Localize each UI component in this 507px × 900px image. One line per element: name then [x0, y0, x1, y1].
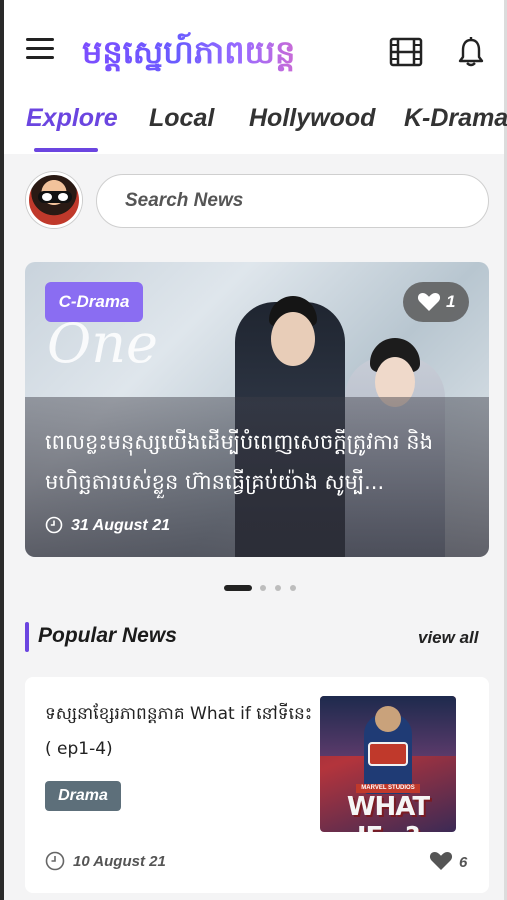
- category-tag[interactable]: C-Drama: [45, 282, 143, 322]
- featured-news-title: ពេលខ្លះមនុស្សយើងដើម្បីបំពេញសេចក្តីត្រូវក…: [45, 430, 433, 494]
- tab-explore[interactable]: Explore: [26, 104, 118, 133]
- app-header: មន្តស្នេហ៍ភាពយន្ត: [4, 0, 504, 100]
- section-title: Popular News: [38, 624, 177, 647]
- thumbnail-title-wordmark: WHAT IF...?: [346, 792, 430, 832]
- tab-local[interactable]: Local: [149, 104, 214, 133]
- film-strip-icon[interactable]: [389, 36, 423, 68]
- search-input[interactable]: [96, 174, 489, 228]
- featured-news-card[interactable]: One C-Drama 1 ពេលខ្លះមនុស្សយើងដើម្បីបំពេ…: [25, 262, 489, 557]
- news-item-tag[interactable]: Drama: [45, 781, 121, 811]
- news-item-thumbnail: MARVEL STUDIOS WHAT IF...?: [320, 696, 456, 832]
- category-tabs: Explore Local Hollywood K-Drama: [4, 100, 507, 154]
- heart-icon: [417, 293, 441, 311]
- app-logo: មន្តស្នេហ៍ភាពយន្ត: [82, 26, 295, 78]
- like-count: 1: [446, 292, 456, 311]
- carousel-dot-3[interactable]: [275, 585, 281, 591]
- carousel-dot-4[interactable]: [290, 585, 296, 591]
- section-accent-bar: [25, 622, 29, 652]
- active-tab-indicator: [34, 148, 98, 152]
- carousel-dot-1[interactable]: [224, 585, 252, 591]
- news-item-like-count: 6: [459, 854, 468, 871]
- featured-news-date: 31 August 21: [71, 517, 170, 534]
- notification-bell-icon[interactable]: [456, 36, 490, 68]
- hamburger-menu-icon[interactable]: [26, 38, 56, 64]
- news-item-like-button[interactable]: 6: [429, 851, 467, 871]
- like-button[interactable]: 1: [403, 282, 469, 322]
- tab-k-drama[interactable]: K-Drama: [404, 104, 507, 133]
- heart-icon: [429, 852, 453, 870]
- news-item-date-row: 10 August 21: [45, 851, 166, 871]
- news-item-title: ទស្សនាខ្សែរភាពន្តភាគ What if នៅទីនេះ ( e…: [45, 704, 313, 759]
- avatar[interactable]: [26, 172, 82, 228]
- banner-figure-man-face: [271, 312, 315, 366]
- news-item-date: 10 August 21: [73, 853, 166, 870]
- tab-hollywood[interactable]: Hollywood: [249, 104, 375, 133]
- carousel-dot-2[interactable]: [260, 585, 266, 591]
- featured-news-date-row: 31 August 21: [45, 516, 170, 535]
- view-all-link[interactable]: view all: [418, 628, 478, 648]
- clock-icon: [45, 851, 65, 871]
- clock-icon: [45, 516, 63, 534]
- news-list-item[interactable]: ទស្សនាខ្សែរភាពន្តភាគ What if នៅទីនេះ ( e…: [25, 677, 489, 893]
